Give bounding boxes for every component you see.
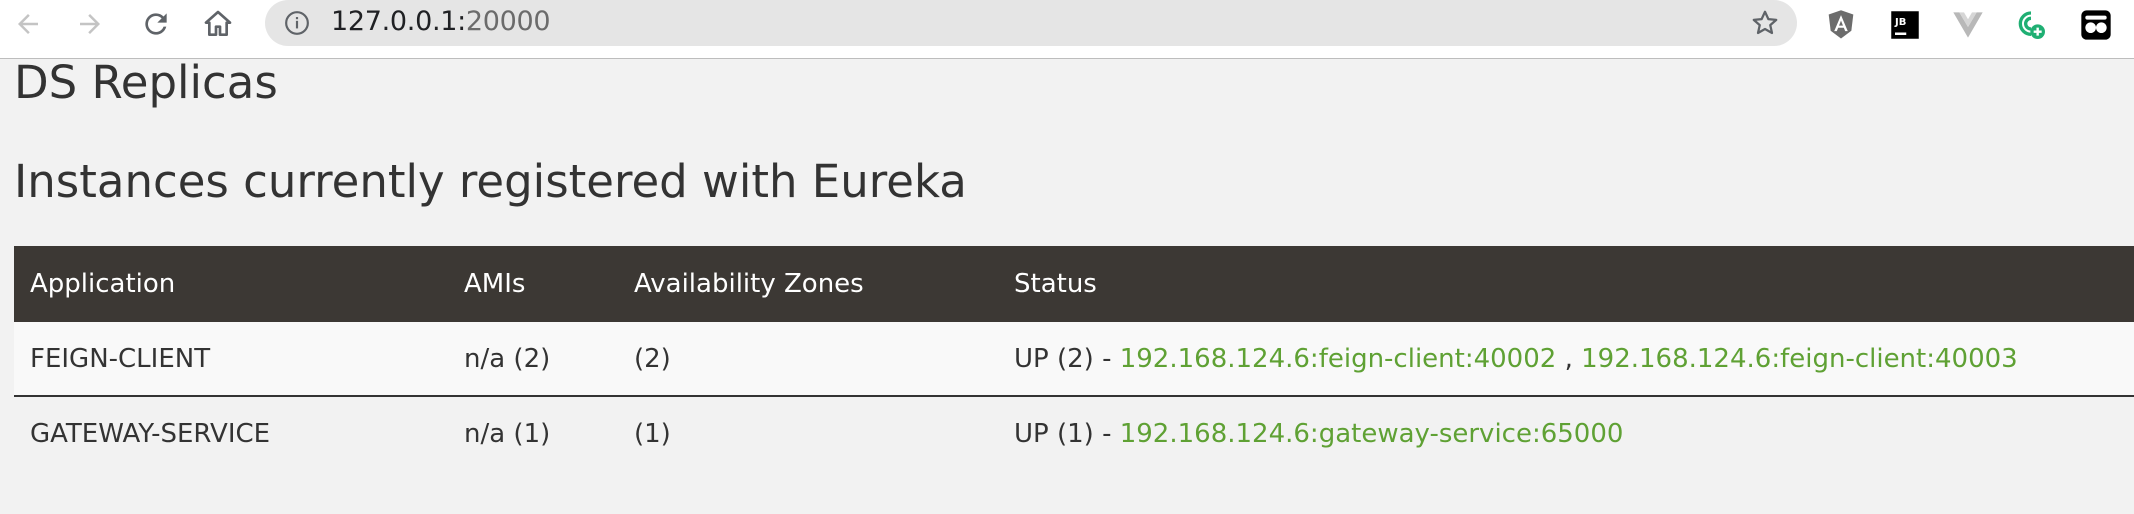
header-status: Status: [1014, 269, 1097, 299]
angular-extension[interactable]: [1824, 8, 1858, 42]
header-amis: AMIs: [464, 269, 526, 299]
status-cell: UP (1) - 192.168.124.6:gateway-service:6…: [998, 396, 2134, 470]
back-button[interactable]: [10, 6, 46, 42]
application-name: GATEWAY-SERVICE: [30, 418, 271, 449]
bookmark-star-icon[interactable]: [1750, 8, 1780, 38]
amis-value: n/a (2): [464, 343, 551, 374]
status-cell: UP (2) - 192.168.124.6:feign-client:4000…: [998, 322, 2134, 396]
table-row: FEIGN-CLIENT n/a (2) (2) UP (2) - 192.16…: [14, 322, 2134, 396]
zones-value: (1): [634, 418, 671, 449]
header-application: Application: [30, 269, 176, 299]
vue-extension[interactable]: [1951, 8, 1985, 42]
jetbrains-icon: JB: [1891, 11, 1919, 39]
url-text: 127.0.0.1:20000: [331, 6, 551, 37]
profile-extension[interactable]: [2079, 8, 2113, 42]
info-icon[interactable]: [284, 10, 310, 36]
instance-link[interactable]: 192.168.124.6:feign-client:40002: [1120, 344, 1557, 374]
instances-table: Application AMIs Availability Zones Stat…: [14, 246, 2134, 470]
status-prefix: UP (2) -: [1014, 343, 1120, 374]
forward-button[interactable]: [72, 6, 108, 42]
zones-value: (2): [634, 343, 671, 374]
url-host: 127.0.0.1:: [331, 6, 466, 37]
amis-value: n/a (1): [464, 418, 551, 449]
application-name: FEIGN-CLIENT: [30, 343, 211, 374]
table-header-row: Application AMIs Availability Zones Stat…: [14, 246, 2134, 322]
svg-text:JB: JB: [1894, 17, 1906, 28]
angular-icon: [1828, 10, 1854, 39]
page-content: DS Replicas Instances currently register…: [0, 56, 2134, 514]
jetbrains-extension[interactable]: JB: [1888, 8, 1922, 42]
instance-link[interactable]: 192.168.124.6:gateway-service:65000: [1120, 419, 1624, 449]
ds-replicas-heading: DS Replicas: [14, 56, 278, 109]
profile-icon: [2081, 10, 2111, 40]
instance-link[interactable]: 192.168.124.6:feign-client:40003: [1581, 344, 2018, 374]
forward-arrow-icon: [80, 14, 100, 34]
home-icon: [204, 10, 232, 36]
url-port: 20000: [465, 6, 551, 37]
back-arrow-icon: [18, 14, 38, 34]
instances-heading: Instances currently registered with Eure…: [14, 155, 967, 208]
home-button[interactable]: [200, 6, 236, 42]
add-extension-icon: [2018, 11, 2045, 39]
browser-toolbar: 127.0.0.1:20000 JB: [0, 0, 2134, 59]
header-availability-zones: Availability Zones: [634, 269, 864, 299]
table-row: GATEWAY-SERVICE n/a (1) (1) UP (1) - 192…: [14, 396, 2134, 470]
address-bar[interactable]: 127.0.0.1:20000: [265, 0, 1797, 46]
link-separator: ,: [1556, 343, 1582, 374]
add-extension[interactable]: [2014, 8, 2048, 42]
vue-icon: [1953, 12, 1983, 38]
reload-icon: [145, 13, 167, 35]
status-prefix: UP (1) -: [1014, 418, 1120, 449]
reload-button[interactable]: [138, 6, 174, 42]
